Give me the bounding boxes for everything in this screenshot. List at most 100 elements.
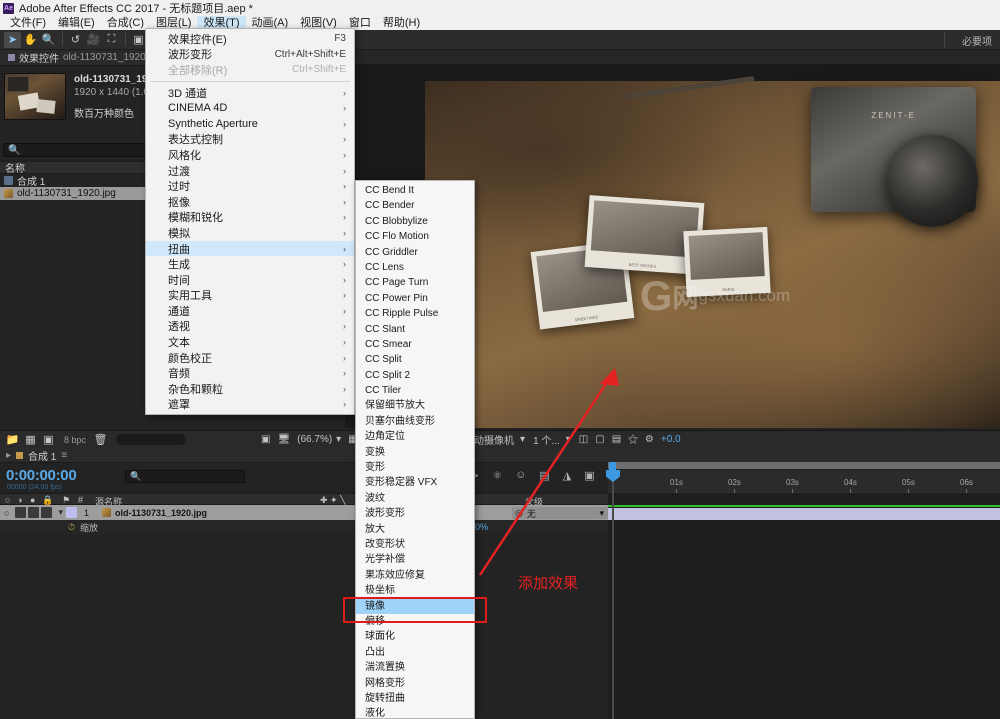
timeline-search-input[interactable]: 🔍 [125, 470, 245, 483]
submenu-item-cc-flo-motion[interactable]: CC Flo Motion [356, 229, 474, 244]
menu-item-blur-sharpen[interactable]: 模糊和锐化› [146, 210, 354, 226]
submenu-item-cc-split[interactable]: CC Split [356, 352, 474, 367]
layer-lock-switch[interactable] [41, 507, 52, 518]
col-eye-icon[interactable]: ○ [5, 495, 10, 505]
menu-item-transition[interactable]: 过渡› [146, 163, 354, 179]
shy-layers-icon[interactable]: ☺ [515, 469, 526, 482]
brainstorm-icon[interactable]: ▣ [584, 469, 594, 482]
menu-item-edit[interactable]: 编辑(E) [52, 16, 101, 30]
draft-3d-icon[interactable]: ◮ [563, 469, 571, 482]
menu-item-perspective[interactable]: 透视› [146, 319, 354, 335]
timeline-track-area[interactable] [608, 493, 1000, 719]
submenu-item-cc-bender[interactable]: CC Bender [356, 198, 474, 213]
channel-icon[interactable]: ⚝ [628, 434, 638, 445]
submenu-item-cc-blobbylize[interactable]: CC Blobbylize [356, 214, 474, 229]
submenu-item-reshape[interactable]: 改变形状 [356, 537, 474, 552]
frame-blend-icon[interactable]: ▤ [539, 469, 549, 482]
submenu-item-cc-tiler[interactable]: CC Tiler [356, 383, 474, 398]
bit-depth-label[interactable]: 8 bpc [64, 435, 86, 445]
project-settings-icon[interactable]: ▣ [40, 432, 57, 448]
col-audio-icon[interactable]: ◑ [17, 495, 22, 505]
selection-arrow-icon[interactable]: ➤ [4, 32, 21, 48]
submenu-item-cc-griddler[interactable]: CC Griddler [356, 245, 474, 260]
stopwatch-icon[interactable]: ⏱ [68, 522, 75, 533]
region-of-interest-icon[interactable]: ⛶ [103, 32, 120, 48]
submenu-item-bulge[interactable]: 凸出 [356, 645, 474, 660]
menu-item-3d-channel[interactable]: 3D 通道› [146, 85, 354, 101]
menu-item-channel[interactable]: 通道› [146, 303, 354, 319]
menu-item-text[interactable]: 文本› [146, 334, 354, 350]
submenu-item-cc-power-pin[interactable]: CC Power Pin [356, 291, 474, 306]
submenu-item-twirl[interactable]: 旋转扭曲 [356, 691, 474, 706]
submenu-item-detail-preserving-upscale[interactable]: 保留细节放大 [356, 398, 474, 413]
submenu-item-cc-smear[interactable]: CC Smear [356, 337, 474, 352]
submenu-item-warp[interactable]: 变形 [356, 460, 474, 475]
new-folder-icon[interactable]: 📁 [4, 432, 21, 448]
layer-duration-bar[interactable] [608, 508, 1000, 520]
current-timecode[interactable]: 0:00:00:00 [6, 467, 76, 484]
submenu-item-transform[interactable]: 变换 [356, 445, 474, 460]
layer-color-swatch[interactable] [66, 507, 77, 518]
menu-item-help[interactable]: 帮助(H) [377, 16, 426, 30]
hand-icon[interactable]: ✋ [22, 32, 39, 48]
chevron-right-icon[interactable]: ▸ [6, 450, 11, 461]
effect-menu-dropdown[interactable]: 效果控件(E) F3 波形变形 Ctrl+Alt+Shift+E 全部移除(R)… [145, 28, 355, 415]
menu-item-expression-controls[interactable]: 表达式控制› [146, 132, 354, 148]
chevron-down-icon[interactable]: ▾ [520, 434, 525, 445]
submenu-item-ripple[interactable]: 波纹 [356, 491, 474, 506]
submenu-item-optics-compensation[interactable]: 光学补偿 [356, 552, 474, 567]
menu-item-synthetic-aperture[interactable]: Synthetic Aperture› [146, 116, 354, 132]
toggle-alpha-icon[interactable]: ▣ [261, 434, 270, 445]
chevron-down-icon[interactable]: ▾ [599, 508, 604, 519]
new-comp-icon[interactable]: ▦ [22, 432, 39, 448]
timeline-tab-label[interactable]: 合成 1 [28, 448, 56, 463]
submenu-item-spherize[interactable]: 球面化 [356, 629, 474, 644]
layer-solo-switch[interactable] [28, 507, 39, 518]
orbit-icon[interactable]: ↺ [67, 32, 84, 48]
menu-item-stylize[interactable]: 风格化› [146, 147, 354, 163]
submenu-item-corner-pin[interactable]: 边角定位 [356, 429, 474, 444]
table-row[interactable]: ⏱ 缩放 ∞ 67.0,67.0% [0, 520, 608, 534]
submenu-item-cc-page-turn[interactable]: CC Page Turn [356, 275, 474, 290]
menu-item-cinema4d[interactable]: CINEMA 4D› [146, 100, 354, 116]
panel-menu-icon[interactable]: ≡ [61, 450, 67, 461]
show-snapshot-icon[interactable]: ▤ [612, 434, 621, 445]
menu-item-utility[interactable]: 实用工具› [146, 288, 354, 304]
camera-icon[interactable]: 🎥 [85, 32, 102, 48]
layer-audio-switch[interactable] [15, 507, 26, 518]
menu-item-time[interactable]: 时间› [146, 272, 354, 288]
layer-visibility-icon[interactable]: ○ [4, 508, 9, 518]
menu-item-composition[interactable]: 合成(C) [101, 16, 150, 30]
submenu-item-mesh-warp[interactable]: 网格变形 [356, 676, 474, 691]
submenu-item-cc-ripple-pulse[interactable]: CC Ripple Pulse [356, 306, 474, 321]
chevron-down-icon[interactable]: ▾ [336, 434, 341, 445]
parent-pickwhip-icon[interactable]: ◎ [515, 508, 523, 519]
composition-canvas[interactable]: ZENIT-E GREETINGS BEST WISHES PARIS G 网 … [425, 81, 1000, 428]
submenu-item-wave-warp[interactable]: 波形变形 [356, 506, 474, 521]
parent-dropdown[interactable]: ◎ 无 ▾ [512, 507, 608, 519]
submenu-item-cc-lens[interactable]: CC Lens [356, 260, 474, 275]
menu-item-wave-warp[interactable]: 波形变形 Ctrl+Alt+Shift+E [146, 47, 354, 63]
menu-item-matte[interactable]: 遮罩› [146, 397, 354, 413]
zoom-level-selector[interactable]: (66.7%) ▾ [297, 434, 341, 445]
exposure-value[interactable]: +0.0 [661, 434, 681, 445]
menu-item-simulation[interactable]: 模拟› [146, 225, 354, 241]
menu-item-audio[interactable]: 音频› [146, 365, 354, 381]
menu-item-distort[interactable]: 扭曲› [146, 241, 354, 257]
workspace-selector[interactable]: 必要项 [962, 33, 992, 48]
menu-item-generate[interactable]: 生成› [146, 256, 354, 272]
distort-submenu[interactable]: CC Bend It CC Bender CC Blobbylize CC Fl… [355, 180, 475, 719]
exposure-gear-icon[interactable]: ⚙ [645, 434, 654, 445]
chevron-down-icon[interactable]: ▾ [566, 434, 571, 445]
submenu-item-rolling-shutter-repair[interactable]: 果冻效应修复 [356, 568, 474, 583]
menu-item-file[interactable]: 文件(F) [4, 16, 52, 30]
menu-item-effect-controls[interactable]: 效果控件(E) F3 [146, 31, 354, 47]
playhead-top[interactable] [609, 462, 616, 470]
submenu-item-liquify[interactable]: 液化 [356, 706, 474, 719]
submenu-item-cc-split-2[interactable]: CC Split 2 [356, 368, 474, 383]
view-count-label[interactable]: 1 个... [533, 432, 560, 447]
col-solo-icon[interactable]: ● [30, 495, 35, 505]
menu-item-noise-grain[interactable]: 杂色和颗粒› [146, 381, 354, 397]
submenu-item-bezier-warp[interactable]: 贝塞尔曲线变形 [356, 414, 474, 429]
tab-effect-controls[interactable]: 效果控件 old-1130731_1920.jpg [3, 50, 167, 66]
